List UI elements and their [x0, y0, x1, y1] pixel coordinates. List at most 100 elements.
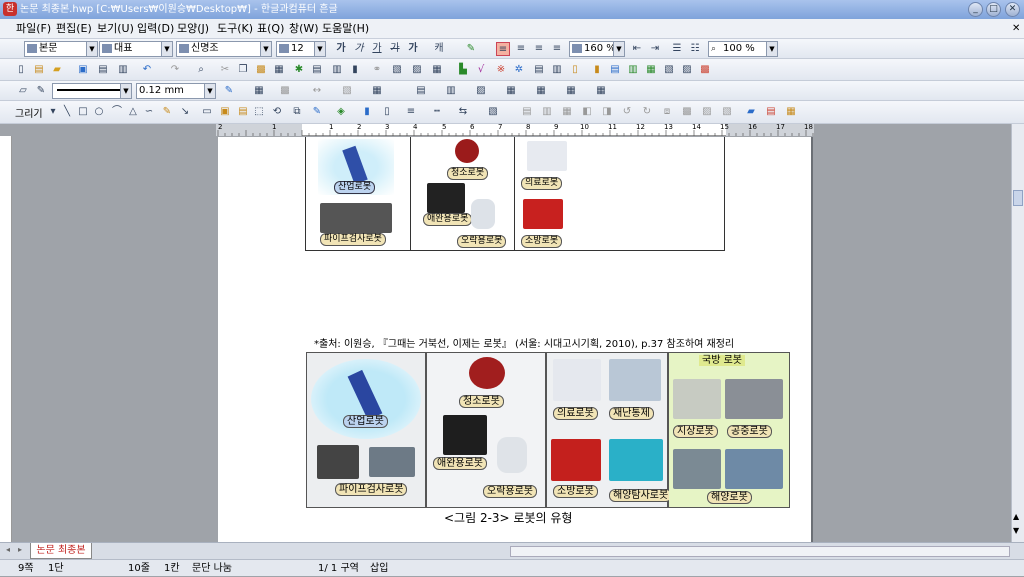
shadow-draw-icon[interactable]: ▧ — [486, 105, 500, 119]
document-page[interactable]: 산업로봇 파이프검사로봇 청소로봇 애완용로봇 오락용로봇 의료로봇 소방로봇 … — [218, 137, 811, 544]
same-size-icon[interactable]: ▦ — [560, 105, 574, 119]
cell-border-icon[interactable]: ▦ — [252, 84, 266, 98]
distribute-icon[interactable]: ▥ — [540, 105, 554, 119]
prev-page-icon[interactable]: ▲ — [1013, 512, 1019, 521]
outline-button[interactable]: 가 — [406, 42, 420, 56]
style-icon[interactable]: ▥ — [330, 63, 344, 77]
picture-tool-icon[interactable]: ▣ — [218, 105, 232, 119]
menu-file[interactable]: 파일(F) — [16, 19, 51, 39]
chart-icon[interactable]: ▙ — [456, 63, 470, 77]
col-insert-icon[interactable]: ▦ — [564, 84, 578, 98]
connector-tool-icon[interactable]: ↘ — [178, 105, 192, 119]
align-left-icon[interactable]: ≡ — [514, 42, 528, 56]
align-objects-icon[interactable]: ▤ — [520, 105, 534, 119]
scroll-thumb[interactable] — [1013, 190, 1023, 206]
cut-icon[interactable]: ✂ — [218, 63, 232, 77]
curve-tool-icon[interactable]: ∽ — [142, 105, 156, 119]
menu-table[interactable]: 표(Q) — [257, 19, 284, 39]
minimize-button[interactable]: _ — [968, 2, 983, 17]
dash-type-icon[interactable]: ┅ — [430, 105, 444, 119]
horizontal-ruler[interactable]: 2 1 1 2 3 4 5 6 7 8 9 10 11 12 13 14 15 … — [216, 123, 814, 136]
ellipse-tool-icon[interactable]: ○ — [92, 105, 106, 119]
textbox-tool-icon[interactable]: ▭ — [200, 105, 214, 119]
footnote-icon[interactable]: ▤ — [532, 63, 546, 77]
order-icon[interactable]: ▨ — [700, 105, 714, 119]
line-color-draw-icon[interactable]: ✎ — [310, 105, 324, 119]
image-icon[interactable]: ▧ — [390, 63, 404, 77]
equation-icon[interactable]: √ — [474, 63, 488, 77]
row-insert-icon[interactable]: ▦ — [534, 84, 548, 98]
menu-window[interactable]: 창(W) — [289, 19, 319, 39]
menu-edit[interactable]: 편집(E) — [56, 19, 92, 39]
line-spacing-select[interactable]: 160 % ▼ — [569, 41, 625, 57]
tab-first-icon[interactable]: ◂ — [6, 545, 10, 554]
menu-help[interactable]: 도움말(H) — [322, 19, 369, 39]
page-number-icon[interactable]: ▦ — [644, 63, 658, 77]
header-icon[interactable]: ▥ — [550, 63, 564, 77]
print-icon[interactable]: ▥ — [116, 63, 130, 77]
draw-dropdown-icon[interactable]: ▾ — [46, 105, 60, 119]
rotate-icon[interactable]: ⟲ — [270, 105, 284, 119]
indent-increase-icon[interactable]: ⇥ — [648, 42, 662, 56]
columns-icon[interactable]: ▮ — [348, 63, 362, 77]
vertical-ruler[interactable] — [0, 136, 12, 542]
line-style-select[interactable]: ▼ — [52, 83, 132, 99]
find-icon[interactable]: ⌕ — [194, 63, 208, 77]
maximize-button[interactable]: □ — [986, 2, 1001, 17]
font-name-select[interactable]: 신명조 ▼ — [176, 41, 272, 57]
strike-button[interactable]: 가 — [388, 42, 402, 56]
font-size-select[interactable]: 12 ▼ — [276, 41, 326, 57]
line-tool-icon[interactable]: ╲ — [60, 105, 74, 119]
bullet-list-icon[interactable]: ☷ — [688, 42, 702, 56]
numbered-list-icon[interactable]: ☰ — [670, 42, 684, 56]
clipart-tool-icon[interactable]: ▤ — [236, 105, 250, 119]
font-lang-select[interactable]: 대표 ▼ — [99, 41, 173, 57]
rotate-right-icon[interactable]: ↻ — [640, 105, 654, 119]
tab-last-icon[interactable]: ▸ — [18, 545, 22, 554]
table-border-icon[interactable]: ▦ — [370, 84, 384, 98]
send-back-icon[interactable]: ▯ — [380, 105, 394, 119]
robot-types-figure[interactable]: 산업로봇 파이프검사로봇 청소로봇 애완용로봇 오락용로봇 의료로봇 재난통제 … — [306, 352, 790, 508]
arrow-style-icon[interactable]: ↔ — [310, 84, 324, 98]
flip-h-icon[interactable]: ◧ — [580, 105, 594, 119]
vertical-scrollbar[interactable]: ▲ ▼ — [1011, 124, 1024, 542]
polygon-tool-icon[interactable]: △ — [126, 105, 140, 119]
spellcheck-icon[interactable]: ▨ — [680, 63, 694, 77]
align-right-icon[interactable]: ≡ — [550, 42, 564, 56]
format-painter-icon[interactable]: ▦ — [272, 63, 286, 77]
pen-tool-icon[interactable]: ✎ — [160, 105, 174, 119]
zoom-select[interactable]: ⌕ 100 % ▼ — [708, 41, 778, 57]
template-icon[interactable]: ▤ — [32, 63, 46, 77]
drawing-icon[interactable]: ▨ — [410, 63, 424, 77]
print-preview-icon[interactable]: ▤ — [96, 63, 110, 77]
draw-more-icon[interactable]: ▤ — [764, 105, 778, 119]
paste-icon[interactable]: ▩ — [254, 63, 268, 77]
field-icon[interactable]: ▤ — [608, 63, 622, 77]
horizontal-scrollbar[interactable] — [510, 546, 1010, 557]
bookmark-icon[interactable]: ▮ — [590, 63, 604, 77]
menu-format[interactable]: 모양(J) — [177, 19, 209, 39]
cell-width-icon[interactable]: ▦ — [504, 84, 518, 98]
open-folder-icon[interactable]: ▰ — [50, 63, 64, 77]
object-props-icon[interactable]: ✎ — [34, 84, 48, 98]
mail-merge-icon[interactable]: ▥ — [626, 63, 640, 77]
select-objects-icon[interactable]: ⬚ — [252, 105, 266, 119]
bring-front-icon[interactable]: ▮ — [360, 105, 374, 119]
save-icon[interactable]: ▣ — [76, 63, 90, 77]
highlight-icon[interactable]: ✎ — [464, 42, 478, 56]
menu-view[interactable]: 보기(U) — [97, 19, 134, 39]
hwp-app-icon[interactable]: 한 — [3, 2, 17, 16]
table-icon[interactable]: ▦ — [430, 63, 444, 77]
document-tab[interactable]: 논문 최종본 — [30, 543, 92, 559]
cell-merge-icon[interactable]: ▤ — [414, 84, 428, 98]
copy-icon[interactable]: ❐ — [236, 63, 250, 77]
indent-decrease-icon[interactable]: ⇤ — [630, 42, 644, 56]
new-document-icon[interactable]: ▯ — [14, 63, 28, 77]
fill-icon[interactable]: ▩ — [278, 84, 292, 98]
rotate-left-icon[interactable]: ↺ — [620, 105, 634, 119]
next-page-icon[interactable]: ▼ — [1013, 526, 1019, 535]
date-icon[interactable]: ▧ — [662, 63, 676, 77]
shadow-icon[interactable]: ▧ — [340, 84, 354, 98]
table-calc-icon[interactable]: ▦ — [594, 84, 608, 98]
flip-v-icon[interactable]: ◨ — [600, 105, 614, 119]
